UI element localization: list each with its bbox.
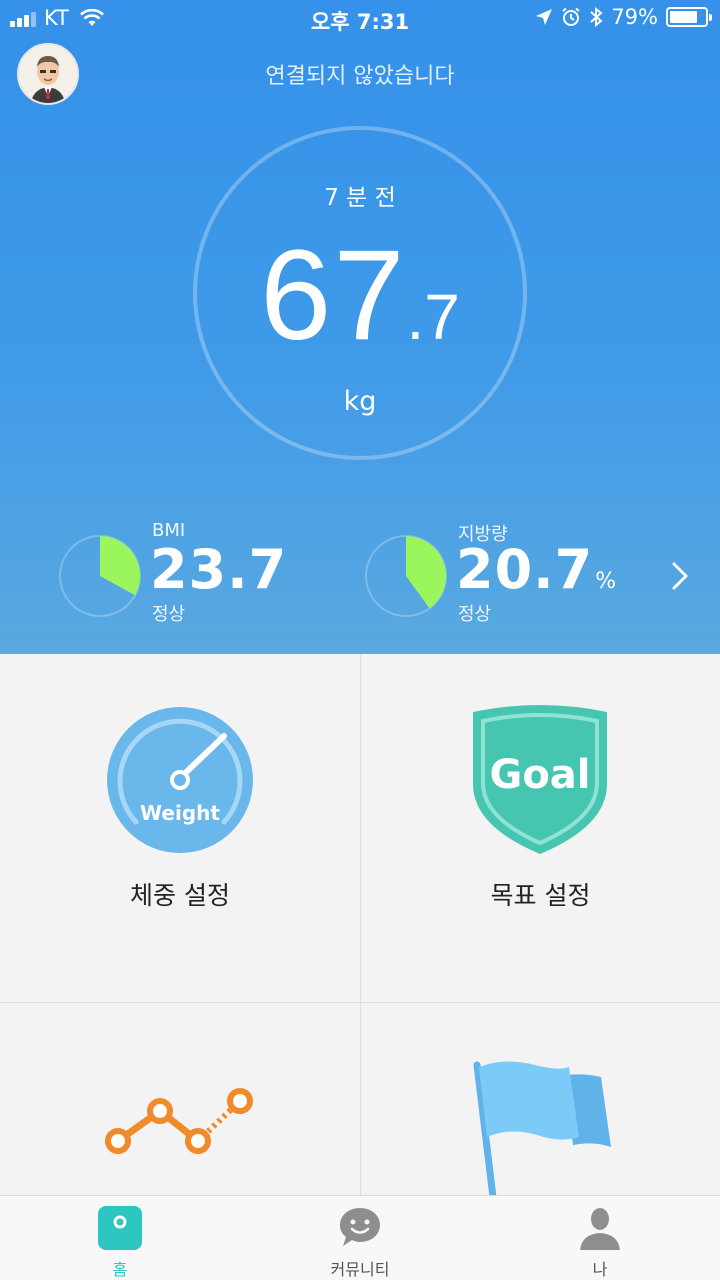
tab-community-label: 커뮤니티	[330, 1260, 390, 1279]
tab-home-label: 홈	[112, 1260, 128, 1279]
tab-me-label: 나	[592, 1260, 608, 1279]
connection-status: 연결되지 않았습니다	[265, 64, 455, 89]
location-arrow-icon	[536, 9, 553, 25]
bmi-status: 정상	[152, 604, 186, 625]
weight-setting-tile[interactable]: Weight 체중 설정	[0, 654, 360, 1002]
weight-gauge-icon: Weight	[107, 707, 253, 853]
trend-tile[interactable]	[0, 1003, 360, 1195]
tab-home[interactable]: 홈	[0, 1196, 240, 1280]
bmi-metric[interactable]: BMI 23.7 정상	[58, 518, 308, 628]
bluetooth-icon	[590, 7, 603, 27]
body-fat-status: 정상	[458, 604, 492, 625]
grid-divider-horizontal	[0, 1002, 720, 1003]
body-fat-suffix: %	[595, 569, 618, 594]
flag-tile[interactable]	[361, 1003, 720, 1197]
chat-bubble-icon	[340, 1208, 380, 1246]
weight-value: 67.7	[0, 222, 720, 369]
weight-decimal: .7	[406, 281, 460, 353]
goal-icon-text: Goal	[489, 752, 590, 798]
goal-setting-tile[interactable]: Goal 목표 설정	[361, 654, 720, 1002]
tab-bar: 홈 커뮤니티 나	[0, 1195, 720, 1280]
battery-percent: 79%	[611, 5, 658, 29]
weight-whole: 67	[260, 224, 407, 367]
flag-icon	[473, 1061, 611, 1197]
tab-me[interactable]: 나	[480, 1196, 720, 1280]
person-icon	[580, 1208, 620, 1250]
weight-unit: kg	[343, 386, 377, 417]
goal-shield-icon: Goal	[473, 705, 607, 854]
grid-divider-vertical	[360, 654, 361, 1195]
chevron-right-icon[interactable]	[668, 560, 692, 592]
trend-line-icon	[105, 1088, 253, 1154]
status-bar: KT 오후 7:31 79%	[0, 0, 720, 36]
bmi-number: 23.7	[150, 538, 288, 601]
alarm-icon	[562, 7, 580, 26]
feature-grid: Weight 체중 설정 Goal 목표 설정	[0, 654, 720, 1197]
scale-icon	[98, 1206, 142, 1250]
tab-community[interactable]: 커뮤니티	[240, 1196, 480, 1280]
body-fat-number: 20.7	[456, 538, 594, 601]
bmi-pie-icon	[59, 535, 141, 617]
dashboard-header: KT 오후 7:31 79% 연결되지 않았습니다 7 분 전 67.7 kg …	[0, 0, 720, 654]
weight-setting-label: 체중 설정	[130, 881, 230, 910]
body-fat-pie-icon	[365, 535, 447, 617]
bmi-value: 23.7	[150, 538, 289, 601]
goal-setting-label: 목표 설정	[490, 881, 591, 910]
weight-icon-text: Weight	[140, 801, 220, 825]
body-fat-metric[interactable]: 지방량 20.7% 정상	[364, 518, 624, 628]
battery-icon	[666, 7, 712, 27]
body-fat-value: 20.7%	[456, 538, 617, 601]
measurement-time-ago: 7 분 전	[324, 185, 396, 211]
